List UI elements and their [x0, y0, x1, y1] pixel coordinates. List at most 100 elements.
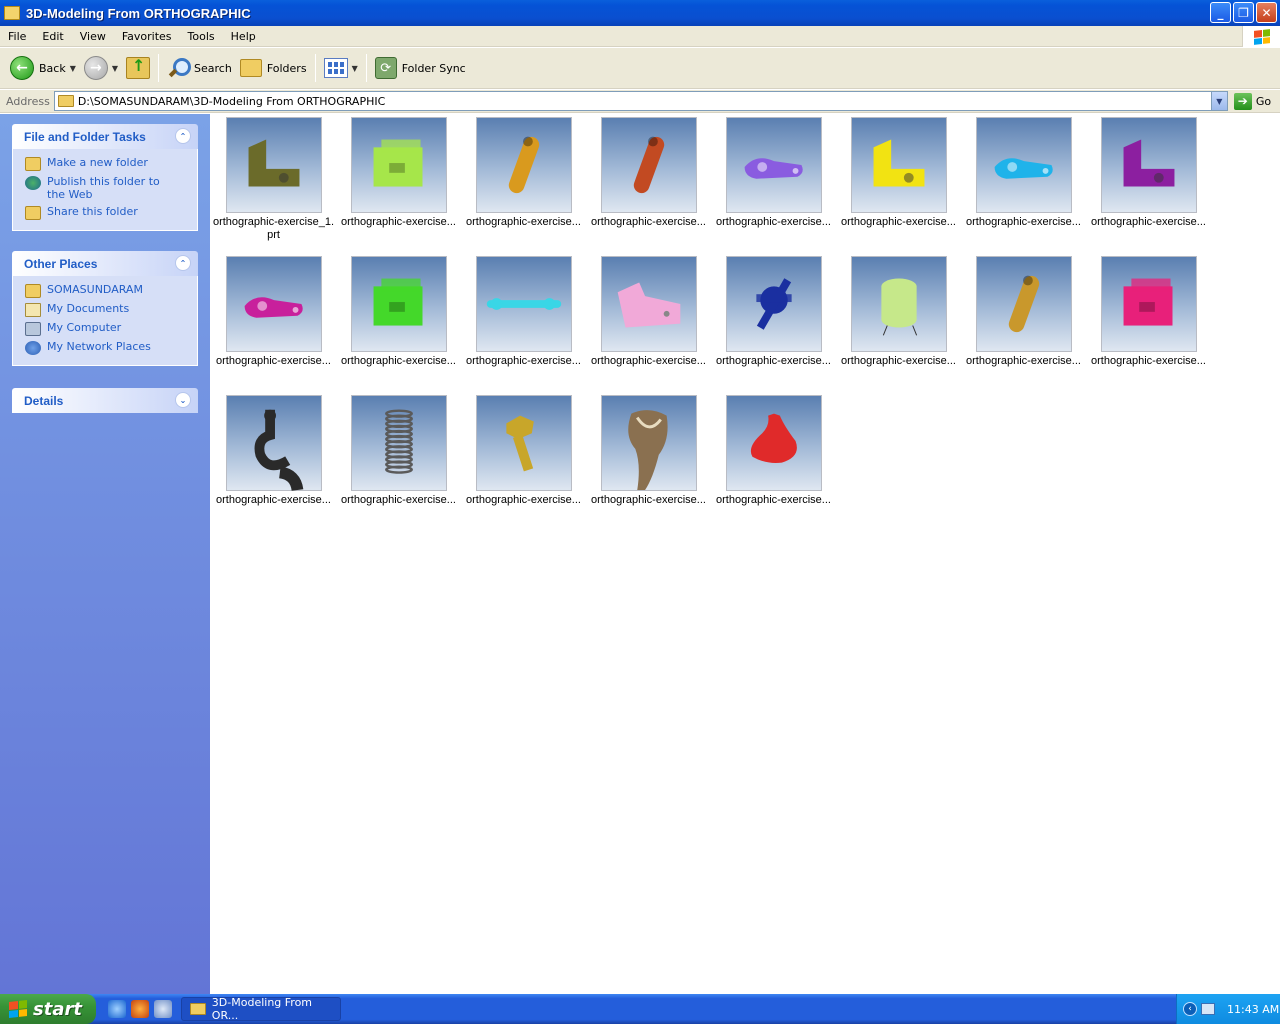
file-name[interactable]: orthographic-exercise... [836, 216, 961, 229]
model-thumbnail[interactable] [476, 256, 572, 352]
menu-tools[interactable]: Tools [180, 30, 223, 43]
panel-header[interactable]: Other Places ⌃ [12, 251, 198, 276]
file-name[interactable]: orthographic-exercise... [336, 355, 461, 368]
model-thumbnail[interactable] [351, 395, 447, 491]
file-name[interactable]: orthographic-exercise... [711, 216, 836, 229]
expand-chevron-icon[interactable]: ⌄ [175, 392, 191, 408]
file-name[interactable]: orthographic-exercise... [711, 494, 836, 507]
file-name[interactable]: orthographic-exercise... [1086, 216, 1211, 229]
close-button[interactable]: ✕ [1256, 2, 1277, 23]
model-thumbnail[interactable] [476, 395, 572, 491]
menu-edit[interactable]: Edit [34, 30, 71, 43]
views-button[interactable]: ▼ [320, 52, 362, 84]
file-name[interactable]: orthographic-exercise... [461, 494, 586, 507]
firefox-icon[interactable] [131, 1000, 149, 1018]
panel-header[interactable]: File and Folder Tasks ⌃ [12, 124, 198, 149]
back-button[interactable]: ← Back ▼ [6, 52, 80, 84]
file-name[interactable]: orthographic-exercise... [586, 216, 711, 229]
internet-explorer-icon[interactable] [108, 1000, 126, 1018]
network-tray-icon[interactable] [1201, 1003, 1215, 1015]
task-make-new-folder[interactable]: Make a new folder [25, 156, 197, 171]
model-thumbnail[interactable] [976, 256, 1072, 352]
model-thumbnail[interactable] [476, 117, 572, 213]
panel-header[interactable]: Details ⌄ [12, 388, 198, 413]
place-label[interactable]: SOMASUNDARAM [47, 283, 143, 296]
forward-dropdown-icon[interactable]: ▼ [112, 64, 118, 73]
model-thumbnail[interactable] [726, 395, 822, 491]
address-path[interactable]: D:\SOMASUNDARAM\3D-Modeling From ORTHOGR… [78, 95, 385, 108]
place-label[interactable]: My Documents [47, 302, 129, 315]
task-publish-web[interactable]: Publish this folder to the Web [25, 175, 197, 201]
views-dropdown-icon[interactable]: ▼ [352, 64, 358, 73]
file-name[interactable]: orthographic-exercise... [961, 355, 1086, 368]
go-arrow-icon: ➔ [1233, 92, 1252, 110]
model-thumbnail[interactable] [226, 395, 322, 491]
address-dropdown-icon[interactable]: ▼ [1210, 92, 1227, 110]
model-thumbnail[interactable] [351, 117, 447, 213]
file-name[interactable]: orthographic-exercise... [336, 216, 461, 229]
place-label[interactable]: My Computer [47, 321, 121, 334]
tray-chevron-icon[interactable]: ‹ [1183, 1002, 1197, 1016]
model-thumbnail[interactable] [726, 117, 822, 213]
file-name[interactable]: orthographic-exercise_1.prt [211, 216, 336, 242]
go-button[interactable]: ➔ Go [1233, 92, 1271, 110]
model-thumbnail[interactable] [851, 256, 947, 352]
place-network[interactable]: My Network Places [25, 340, 197, 355]
menu-view[interactable]: View [72, 30, 114, 43]
file-name[interactable]: orthographic-exercise... [961, 216, 1086, 229]
up-folder-button[interactable] [122, 52, 154, 84]
place-label[interactable]: My Network Places [47, 340, 151, 353]
forward-button[interactable]: → ▼ [80, 52, 122, 84]
file-name[interactable]: orthographic-exercise... [461, 355, 586, 368]
file-name[interactable]: orthographic-exercise... [211, 494, 336, 507]
quick-launch-icon[interactable] [154, 1000, 172, 1018]
file-name[interactable]: orthographic-exercise... [586, 355, 711, 368]
collapse-chevron-icon[interactable]: ⌃ [175, 128, 191, 144]
model-thumbnail[interactable] [1101, 256, 1197, 352]
model-thumbnail[interactable] [226, 256, 322, 352]
model-thumbnail[interactable] [1101, 117, 1197, 213]
title-bar[interactable]: 3D-Modeling From ORTHOGRAPHIC _ ❐ ✕ [0, 0, 1280, 26]
back-dropdown-icon[interactable]: ▼ [70, 64, 76, 73]
place-somasundaram[interactable]: SOMASUNDARAM [25, 283, 197, 298]
file-name[interactable]: orthographic-exercise... [461, 216, 586, 229]
folders-button[interactable]: Folders [236, 52, 311, 84]
maximize-button[interactable]: ❐ [1233, 2, 1254, 23]
file-folder-tasks-panel: File and Folder Tasks ⌃ Make a new folde… [12, 124, 198, 231]
menu-help[interactable]: Help [223, 30, 264, 43]
start-button[interactable]: start [0, 994, 96, 1024]
file-name[interactable]: orthographic-exercise... [836, 355, 961, 368]
task-share-folder[interactable]: Share this folder [25, 205, 197, 220]
file-name[interactable]: orthographic-exercise... [211, 355, 336, 368]
search-button[interactable]: Search [163, 52, 236, 84]
menu-favorites[interactable]: Favorites [114, 30, 180, 43]
minimize-button[interactable]: _ [1210, 2, 1231, 23]
taskbar-window-button[interactable]: 3D-Modeling From OR... [181, 996, 341, 1022]
new-folder-icon [25, 157, 41, 171]
address-input[interactable]: D:\SOMASUNDARAM\3D-Modeling From ORTHOGR… [53, 91, 1228, 111]
panel-body: SOMASUNDARAM My Documents My Computer My… [12, 276, 198, 366]
model-thumbnail[interactable] [601, 117, 697, 213]
model-thumbnail[interactable] [226, 117, 322, 213]
windows-flag-icon [9, 1000, 27, 1018]
file-name[interactable]: orthographic-exercise... [711, 355, 836, 368]
collapse-chevron-icon[interactable]: ⌃ [175, 255, 191, 271]
file-name[interactable]: orthographic-exercise... [1086, 355, 1211, 368]
model-thumbnail[interactable] [851, 117, 947, 213]
task-label[interactable]: Publish this folder to the Web [47, 175, 177, 201]
model-thumbnail[interactable] [976, 117, 1072, 213]
model-thumbnail[interactable] [601, 395, 697, 491]
file-name[interactable]: orthographic-exercise... [586, 494, 711, 507]
place-my-documents[interactable]: My Documents [25, 302, 197, 317]
task-label[interactable]: Share this folder [47, 205, 138, 218]
folder-sync-button[interactable]: ⟳ Folder Sync [371, 52, 470, 84]
clock[interactable]: 11:43 AM [1227, 1003, 1279, 1016]
model-thumbnail[interactable] [726, 256, 822, 352]
file-name[interactable]: orthographic-exercise... [336, 494, 461, 507]
place-my-computer[interactable]: My Computer [25, 321, 197, 336]
task-label[interactable]: Make a new folder [47, 156, 148, 169]
menu-file[interactable]: File [0, 30, 34, 43]
menu-bar: File Edit View Favorites Tools Help [0, 26, 1280, 47]
model-thumbnail[interactable] [351, 256, 447, 352]
model-thumbnail[interactable] [601, 256, 697, 352]
